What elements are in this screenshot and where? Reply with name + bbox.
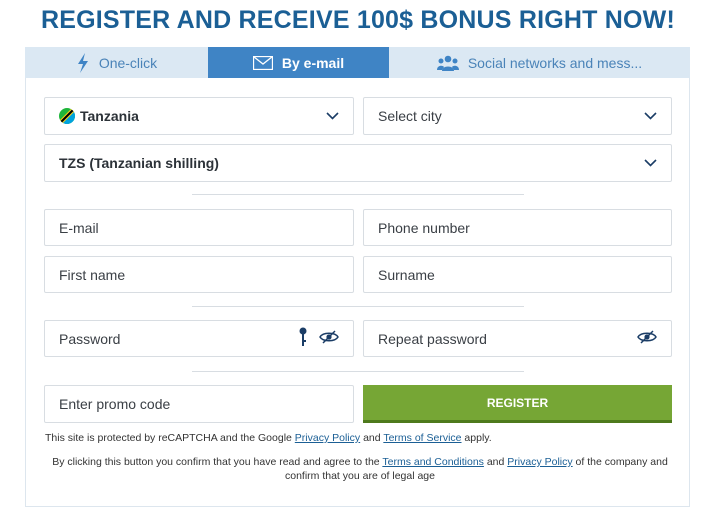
terms-and-conditions-link[interactable]: Terms and Conditions	[382, 456, 484, 468]
country-value: Tanzania	[80, 108, 139, 124]
tanzania-flag-icon	[59, 108, 75, 124]
register-button[interactable]: REGISTER	[363, 385, 672, 423]
key-icon[interactable]	[299, 327, 307, 350]
currency-select[interactable]: TZS (Tanzanian shilling)	[44, 144, 672, 182]
city-placeholder: Select city	[378, 108, 442, 124]
password-placeholder: Password	[59, 330, 121, 347]
eye-hidden-icon[interactable]	[319, 330, 339, 347]
confirm-note: By clicking this button you confirm that…	[52, 456, 668, 482]
repeat-password-placeholder: Repeat password	[378, 330, 487, 347]
people-icon	[436, 55, 459, 71]
chevron-down-icon	[644, 112, 657, 120]
privacy-policy-link[interactable]: Privacy Policy	[295, 432, 360, 444]
password-field[interactable]: Password	[44, 320, 354, 357]
email-field[interactable]: E-mail	[44, 209, 354, 246]
currency-value: TZS (Tanzanian shilling)	[59, 155, 219, 171]
phone-placeholder: Phone number	[378, 219, 470, 236]
lightning-icon	[76, 52, 90, 73]
divider	[192, 371, 524, 372]
promo-code-field[interactable]: Enter promo code	[44, 385, 354, 423]
phone-field[interactable]: Phone number	[363, 209, 672, 246]
surname-placeholder: Surname	[378, 266, 435, 283]
divider	[192, 306, 524, 307]
terms-of-service-link[interactable]: Terms of Service	[383, 432, 461, 444]
tab-by-email[interactable]: By e-mail	[208, 47, 389, 78]
divider	[192, 194, 524, 195]
page-heading: REGISTER AND RECEIVE 100$ BONUS RIGHT NO…	[41, 6, 675, 34]
eye-hidden-icon[interactable]	[637, 330, 657, 347]
first-name-field[interactable]: First name	[44, 256, 354, 293]
privacy-policy-link-2[interactable]: Privacy Policy	[507, 456, 572, 468]
tab-by-email-label: By e-mail	[281, 54, 345, 71]
tab-one-click[interactable]: One-click	[25, 47, 208, 78]
country-select[interactable]: Tanzania	[44, 97, 354, 135]
tab-social-label: Social networks and mess...	[467, 54, 643, 71]
tab-one-click-label: One-click	[98, 54, 158, 71]
chevron-down-icon	[644, 159, 657, 167]
registration-tabs: One-click By e-mail Social networks and …	[25, 47, 690, 78]
email-placeholder: E-mail	[59, 219, 99, 236]
tab-social-networks[interactable]: Social networks and mess...	[389, 47, 690, 78]
city-select[interactable]: Select city	[363, 97, 672, 135]
chevron-down-icon	[326, 112, 339, 120]
recaptcha-note: This site is protected by reCAPTCHA and …	[45, 432, 492, 444]
envelope-icon	[252, 55, 273, 70]
promo-placeholder: Enter promo code	[59, 396, 171, 412]
repeat-password-field[interactable]: Repeat password	[363, 320, 672, 357]
first-name-placeholder: First name	[59, 266, 126, 283]
surname-field[interactable]: Surname	[363, 256, 672, 293]
